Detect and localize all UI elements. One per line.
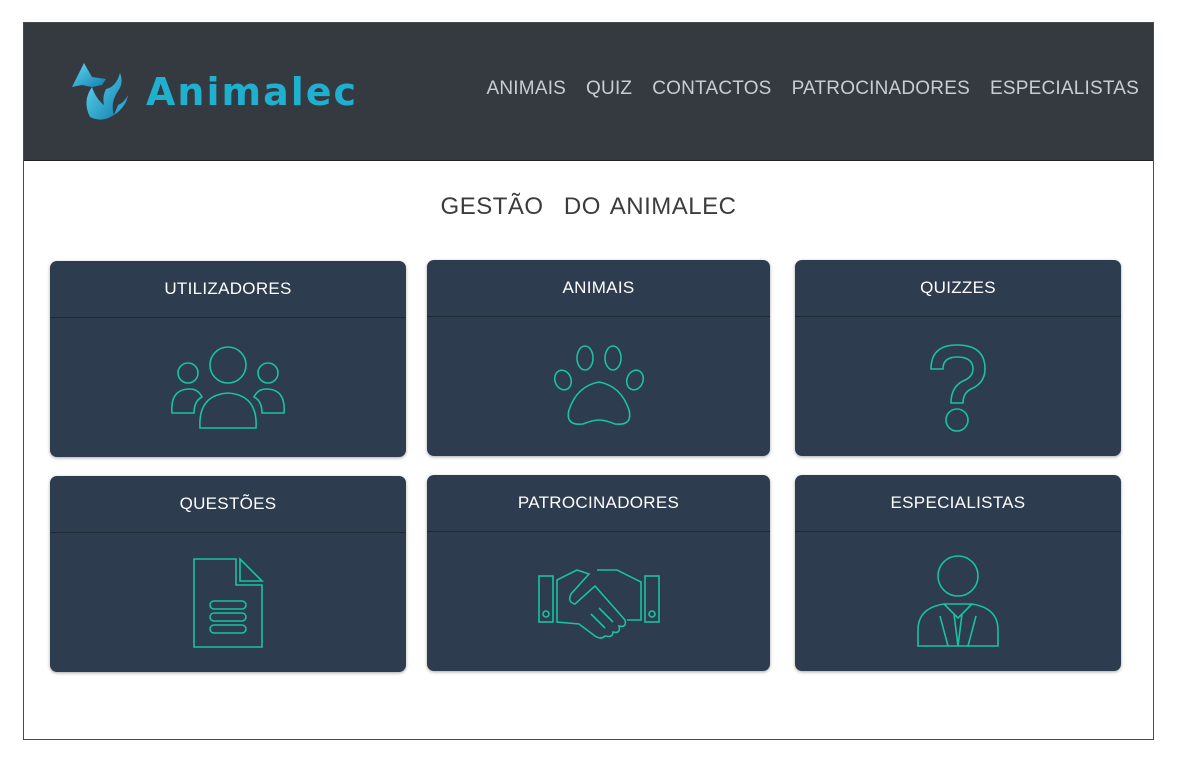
nav-link-especialistas[interactable]: ESPECIALISTAS (990, 78, 1139, 100)
card-animais[interactable]: ANIMAIS (427, 260, 770, 456)
document-icon (193, 556, 264, 648)
main-nav: ANIMAIS QUIZ CONTACTOS PATROCINADORES ES… (487, 78, 1139, 100)
fox-logo-icon (72, 63, 128, 120)
nav-link-contactos[interactable]: CONTACTOS (652, 78, 771, 100)
brand-home-link[interactable]: Animalec (62, 57, 358, 127)
card-title: PATROCINADORES (427, 475, 770, 532)
card-questoes[interactable]: QUESTÕES (50, 476, 406, 672)
card-especialistas[interactable]: ESPECIALISTAS (795, 475, 1121, 671)
card-title: ANIMAIS (427, 260, 770, 317)
app-frame: Animalec ANIMAIS QUIZ CONTACTOS PATROCIN… (23, 22, 1154, 740)
handshake-icon (537, 568, 660, 639)
nav-link-animais[interactable]: ANIMAIS (487, 78, 567, 100)
nav-link-patrocinadores[interactable]: PATROCINADORES (792, 78, 970, 100)
navbar: Animalec ANIMAIS QUIZ CONTACTOS PATROCIN… (24, 23, 1153, 161)
card-title: ESPECIALISTAS (795, 475, 1121, 532)
users-icon (171, 345, 285, 429)
page-title: GESTÃO DO ANIMALEC (24, 193, 1153, 221)
card-title: UTILIZADORES (50, 261, 406, 318)
specialist-icon (917, 554, 999, 647)
page-title-text: GESTÃO DO ANIMALEC (440, 193, 737, 220)
card-utilizadores[interactable]: UTILIZADORES (50, 261, 406, 457)
card-title: QUIZZES (795, 260, 1121, 317)
card-patrocinadores[interactable]: PATROCINADORES (427, 475, 770, 671)
card-quizzes[interactable]: QUIZZES (795, 260, 1121, 456)
paw-icon (553, 344, 644, 425)
nav-link-quiz[interactable]: QUIZ (586, 78, 632, 100)
card-title: QUESTÕES (50, 476, 406, 533)
question-mark-icon (930, 343, 986, 432)
brand-name: Animalec (146, 70, 359, 114)
